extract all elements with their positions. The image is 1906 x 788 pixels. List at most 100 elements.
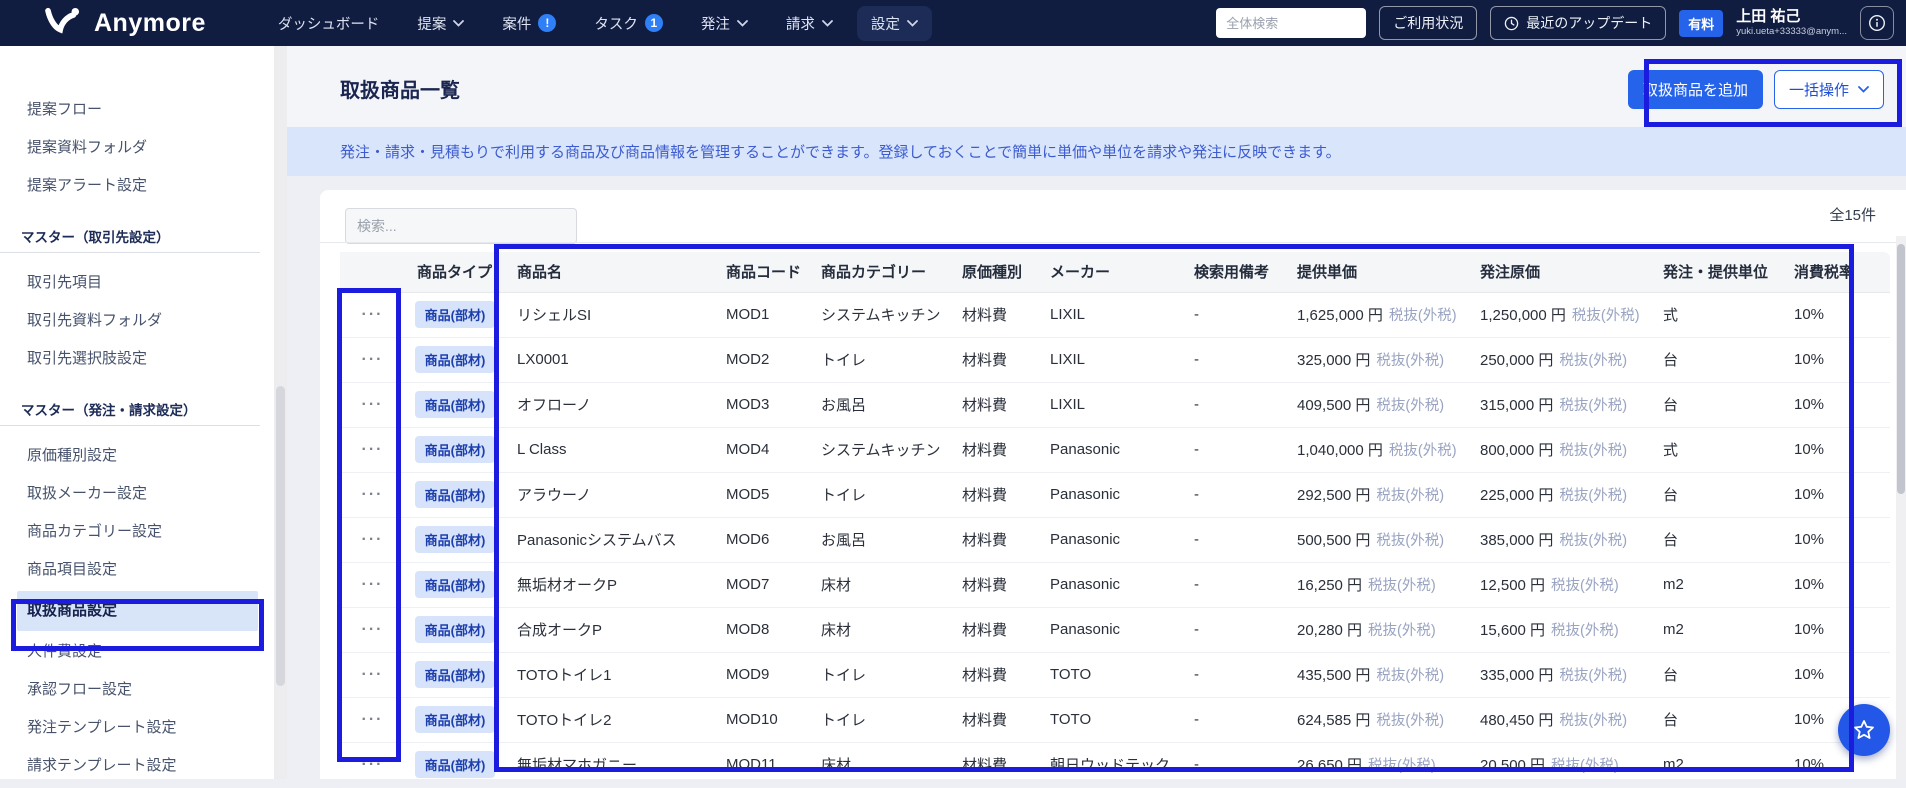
user-email: yuki.ueta+33333@anym... xyxy=(1736,26,1847,38)
column-header: 消費税率 xyxy=(1782,252,1890,293)
cell-search-note: - xyxy=(1182,472,1285,518)
sidebar-scrollbar[interactable] xyxy=(274,46,287,779)
sidebar-item[interactable]: 取扱商品設定 xyxy=(17,591,258,631)
cell-product-name: オフローノ xyxy=(505,382,714,428)
sidebar-item[interactable]: 商品項目設定 xyxy=(0,551,274,589)
page-scrollbar[interactable] xyxy=(1896,236,1906,779)
cell-cost-type: 材料費 xyxy=(950,517,1038,563)
nav-menu-item[interactable]: 案件 ! xyxy=(488,6,570,41)
sidebar-item[interactable]: マスター（発注・請求設定） xyxy=(0,396,260,426)
app-logo[interactable]: Anymore xyxy=(44,7,206,39)
clock-icon xyxy=(1504,16,1519,31)
sidebar-item[interactable]: マスター（取引先設定） xyxy=(0,223,260,253)
bulk-actions-label: 一括操作 xyxy=(1788,82,1849,99)
order-cost-tax-label: 税抜(外税) xyxy=(1551,623,1619,639)
nav-menu-item[interactable]: ダッシュボード xyxy=(264,6,394,41)
row-more-options-button[interactable]: ··· xyxy=(362,441,384,458)
info-button[interactable] xyxy=(1860,6,1894,40)
favorite-fab-button[interactable] xyxy=(1838,704,1890,756)
settings-sidebar: 提案フロー 提案資料フォルダ 提案アラート設定 マスター（取引先設定） 取引先項… xyxy=(0,46,274,779)
sidebar-item[interactable]: 取引先選択肢設定 xyxy=(0,340,274,378)
sidebar-item[interactable]: 提案アラート設定 xyxy=(0,167,274,205)
recent-updates-button[interactable]: 最近のアップデート xyxy=(1490,6,1667,40)
sidebar-item[interactable]: 取引先資料フォルダ xyxy=(0,302,274,340)
cell-cost-type: 材料費 xyxy=(950,697,1038,743)
cell-cost-type: 材料費 xyxy=(950,427,1038,473)
unit-price-value: 26,650 円 xyxy=(1297,757,1363,774)
table-row: ··· 商品(部材) 無垢材マホガニー MOD11 床材 材料費 朝日ウッドテッ… xyxy=(340,742,1890,788)
row-more-options-button[interactable]: ··· xyxy=(362,351,384,368)
cell-product-name: アラウーノ xyxy=(505,472,714,518)
nav-menu: ダッシュボード 提案 案件 ! タスク 1 発注 請求 設定 xyxy=(264,5,932,41)
sidebar-item-label: 承認フロー設定 xyxy=(27,681,133,698)
sidebar-item[interactable]: 取引先項目 xyxy=(0,264,274,302)
cell-unit: 台 xyxy=(1651,517,1782,563)
sidebar-item[interactable]: 取扱メーカー設定 xyxy=(0,475,274,513)
sidebar-item[interactable]: 人件費設定 xyxy=(0,633,274,671)
sidebar-item[interactable]: 商品カテゴリー設定 xyxy=(0,513,274,551)
sidebar-item[interactable]: 承認フロー設定 xyxy=(0,671,274,709)
cell-tax-rate: 10% xyxy=(1782,427,1890,473)
cell-cost-type: 材料費 xyxy=(950,742,1038,788)
nav-menu-label: ダッシュボード xyxy=(277,16,380,33)
page-scrollbar-thumb[interactable] xyxy=(1897,244,1905,494)
nav-menu-label: 発注 xyxy=(700,16,730,33)
notification-badge: ! xyxy=(538,14,557,32)
cell-unit: m2 xyxy=(1651,562,1782,608)
cell-maker: LIXIL xyxy=(1038,292,1182,338)
row-more-options-button[interactable]: ··· xyxy=(362,756,384,773)
cell-unit-price: 20,280 円税抜(外税) xyxy=(1285,607,1468,653)
row-more-options-button[interactable]: ··· xyxy=(362,306,384,323)
sidebar-item[interactable]: 原価種別設定 xyxy=(0,437,274,475)
sidebar-item[interactable]: 提案フロー xyxy=(0,91,274,129)
table-search-input[interactable] xyxy=(345,208,577,244)
nav-menu-item[interactable]: 提案 xyxy=(403,6,478,41)
product-type-badge: 商品(部材) xyxy=(414,346,496,373)
nav-menu-item[interactable]: タスク 1 xyxy=(580,6,677,41)
nav-menu-label: 提案 xyxy=(417,16,447,33)
sidebar-item-label: 商品項目設定 xyxy=(27,561,118,578)
unit-price-value: 1,040,000 円 xyxy=(1297,442,1383,459)
order-cost-tax-label: 税抜(外税) xyxy=(1551,758,1619,774)
nav-menu-item[interactable]: 発注 xyxy=(687,6,762,41)
usage-status-button[interactable]: ご利用状況 xyxy=(1379,6,1478,40)
page-header-band: 取扱商品一覧 取扱商品を追加 一括操作 xyxy=(287,46,1906,127)
cell-cost-type: 材料費 xyxy=(950,337,1038,383)
row-more-options-button[interactable]: ··· xyxy=(362,576,384,593)
cell-category: トイレ xyxy=(809,472,950,518)
global-search-input[interactable] xyxy=(1216,8,1367,38)
row-more-options-button[interactable]: ··· xyxy=(362,711,384,728)
sidebar-item[interactable]: 発注テンプレート設定 xyxy=(0,709,274,747)
sidebar-item-label: 商品カテゴリー設定 xyxy=(27,523,163,540)
cell-tax-rate: 10% xyxy=(1782,472,1890,518)
cell-unit-price: 1,625,000 円税抜(外税) xyxy=(1285,292,1468,338)
row-more-options-button[interactable]: ··· xyxy=(362,486,384,503)
row-more-options-button[interactable]: ··· xyxy=(362,396,384,413)
user-menu[interactable]: 上田 祐己 yuki.ueta+33333@anym... xyxy=(1736,8,1847,39)
row-more-options-button[interactable]: ··· xyxy=(362,621,384,638)
order-cost-value: 315,000 円 xyxy=(1480,397,1554,414)
cell-unit-price: 16,250 円税抜(外税) xyxy=(1285,562,1468,608)
order-cost-tax-label: 税抜(外税) xyxy=(1559,353,1628,369)
table-header: 商品タイプ 商品名 商品コード 商品カテゴリー 原価種別 メーカー 検索用備考 提供単価 発注原… xyxy=(340,252,1890,293)
unit-price-tax-label: 税抜(外税) xyxy=(1368,578,1436,594)
cell-product-code: MOD10 xyxy=(714,697,809,743)
cell-category: トイレ xyxy=(809,337,950,383)
cell-product-name: 合成オークP xyxy=(505,607,714,653)
nav-menu-item[interactable]: 設定 xyxy=(856,5,932,41)
cell-category: 床材 xyxy=(809,562,950,608)
bulk-actions-button[interactable]: 一括操作 xyxy=(1773,70,1884,109)
column-header: 発注原価 xyxy=(1468,252,1651,293)
row-more-options-button[interactable]: ··· xyxy=(362,531,384,548)
add-product-button[interactable]: 取扱商品を追加 xyxy=(1627,70,1763,109)
product-type-badge: 商品(部材) xyxy=(414,481,496,508)
sidebar-item[interactable]: 提案資料フォルダ xyxy=(0,129,274,167)
unit-price-value: 16,250 円 xyxy=(1297,577,1363,594)
sidebar-scrollbar-thumb[interactable] xyxy=(276,386,285,686)
order-cost-tax-label: 税抜(外税) xyxy=(1559,488,1628,504)
order-cost-value: 800,000 円 xyxy=(1480,442,1554,459)
nav-menu-item[interactable]: 請求 xyxy=(772,6,847,41)
row-more-options-button[interactable]: ··· xyxy=(362,666,384,683)
cell-product-name: リシェルSI xyxy=(505,292,714,338)
sidebar-item[interactable]: 請求テンプレート設定 xyxy=(0,747,274,779)
